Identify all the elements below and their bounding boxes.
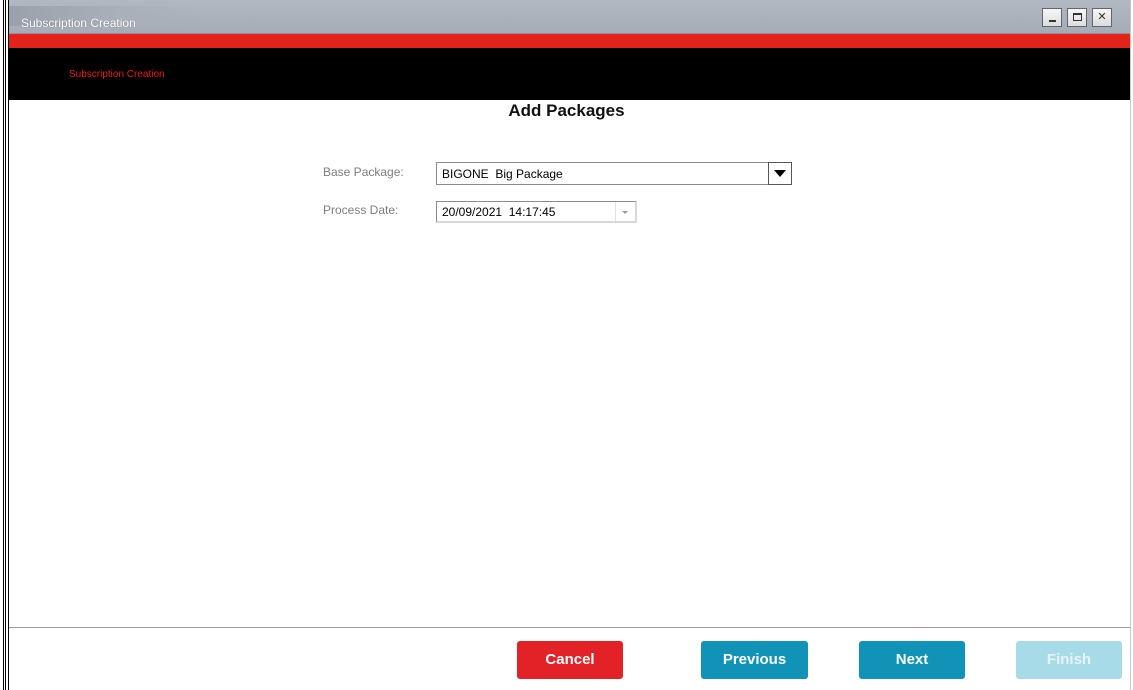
process-date-value: 20/09/2021 14:17:45 [442,205,556,219]
process-date-picker[interactable]: 20/09/2021 14:17:45 [436,201,637,223]
close-icon: ✕ [1097,11,1107,23]
process-date-dropdown-button[interactable] [615,202,635,222]
maximize-icon [1073,13,1082,21]
title-bar[interactable]: Subscription Creation ✕ [9,0,1130,34]
maximize-button[interactable] [1067,8,1087,27]
base-package-select[interactable]: BIGONE Big Package [436,162,792,185]
base-package-value: BIGONE Big Package [442,167,563,181]
base-package-label: Base Package: [323,165,404,179]
finish-button[interactable]: Finish [1016,641,1122,679]
chevron-down-icon [774,170,786,177]
previous-button[interactable]: Previous [701,641,808,679]
minimize-button[interactable] [1042,8,1062,27]
footer-divider [9,627,1130,628]
close-button[interactable]: ✕ [1092,8,1112,27]
window-title: Subscription Creation [21,16,136,30]
header-bar: Subscription Creation [9,48,1130,100]
page-title: Add Packages [508,101,625,120]
base-package-dropdown-button[interactable] [768,162,792,185]
minimize-icon [1049,20,1056,22]
header-label: Subscription Creation [69,69,165,80]
brand-strip [9,34,1130,48]
next-button[interactable]: Next [859,641,965,679]
process-date-label: Process Date: [323,203,399,217]
chevron-down-icon [622,211,628,214]
cancel-button[interactable]: Cancel [517,641,623,679]
